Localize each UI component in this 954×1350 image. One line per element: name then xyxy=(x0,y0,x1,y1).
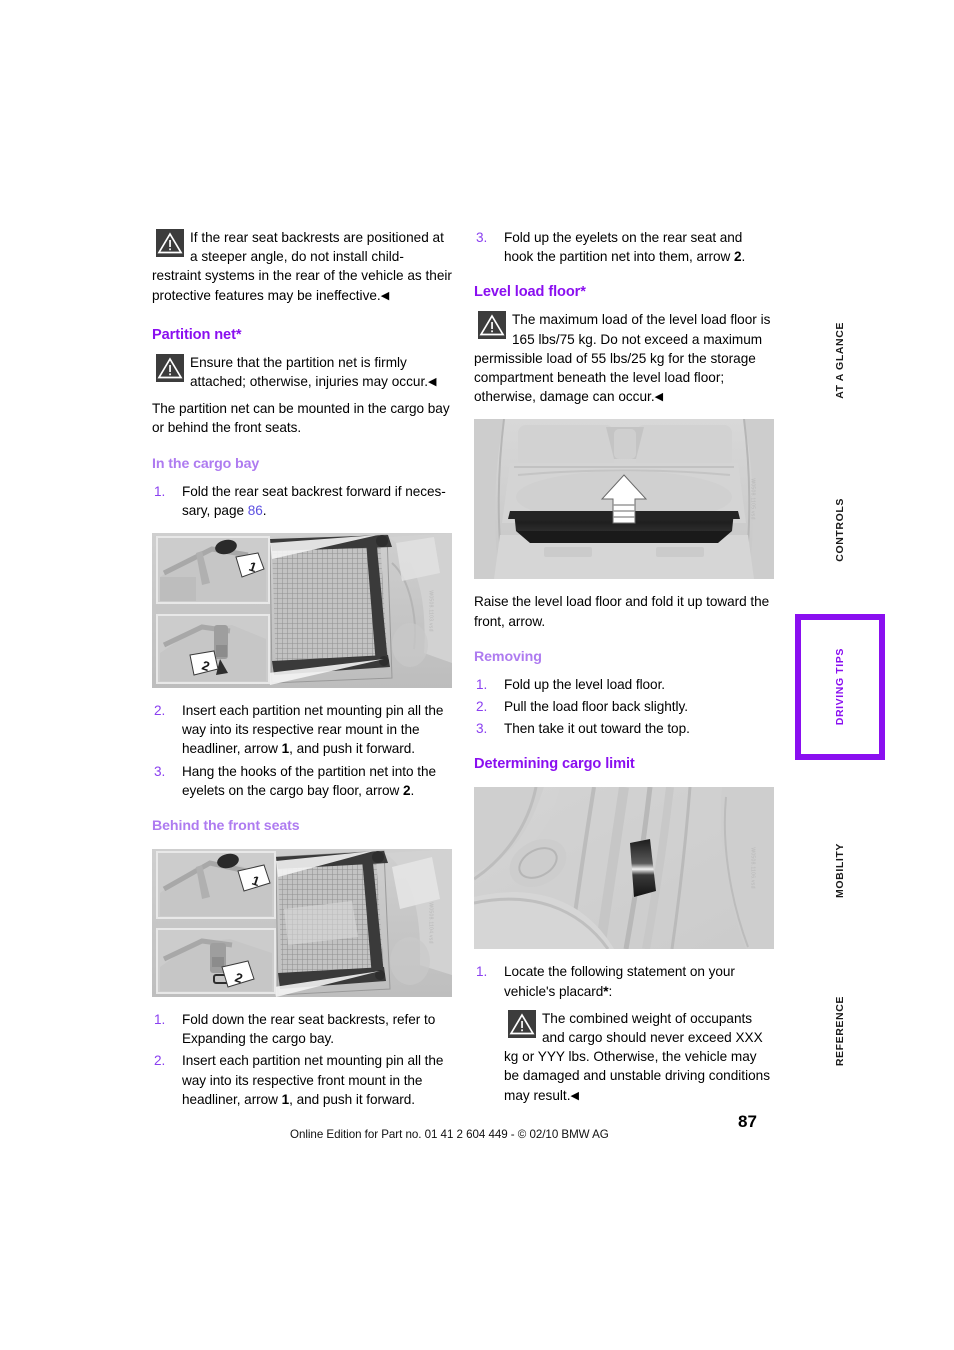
list-item-text: Locate the following statement on your v… xyxy=(504,964,735,998)
heading-determining-cargo-limit: Determining cargo limit xyxy=(474,756,635,773)
list-item: 3. Fold up the eyelets on the rear seat … xyxy=(474,228,774,266)
end-mark: ◀ xyxy=(428,376,437,389)
cargo-limit-step-list: 1. Locate the following statement on you… xyxy=(474,962,774,1000)
nav-tab-at-a-glance[interactable]: AT A GLANCE xyxy=(795,290,885,430)
list-item-text: Fold up the eyelets on the rear seat and… xyxy=(504,230,745,264)
nav-tab-label: AT A GLANCE xyxy=(834,321,846,399)
list-number: 2. xyxy=(154,703,166,719)
figure-credit: W0508.1105.vsd xyxy=(749,478,756,521)
list-item: 2. Pull the load floor back slightly. xyxy=(474,697,774,716)
step-text-b: : xyxy=(608,983,613,999)
figure-credit: W0508.1106.vsd xyxy=(749,847,756,890)
step-text-before: Fold the rear seat backrest forward if n… xyxy=(182,483,446,518)
nav-tab-label: CONTROLS xyxy=(834,498,846,562)
nav-tab-driving-tips[interactable]: DRIVING TIPS xyxy=(795,614,885,760)
heading-partition-net: Partition net* xyxy=(152,326,242,343)
list-item: 1. Locate the following statement on you… xyxy=(474,962,774,1000)
page-content: If the rear seat backrests are positione… xyxy=(152,228,774,1107)
nav-tab-controls[interactable]: CONTROLS xyxy=(795,466,885,594)
page-reference-link[interactable]: 86 xyxy=(248,503,263,518)
nav-tab-label: REFERENCE xyxy=(834,995,846,1067)
step-text-b: , and push it forward. xyxy=(289,1091,416,1107)
list-item: 3. Hang the hooks of the partition net i… xyxy=(152,762,452,800)
nav-tab-label: DRIVING TIPS xyxy=(834,648,846,726)
figure-credit: W0508.1104.vsd xyxy=(427,902,434,944)
list-item-text: Fold up the level load floor. xyxy=(504,676,666,692)
raise-level-load-floor-paragraph: Raise the level load floor and fold it u… xyxy=(474,594,770,629)
cargo-bay-step-list: 1. Fold the rear seat backrest forward i… xyxy=(152,482,452,520)
footer-edition-text: Online Edition for Part no. 01 41 2 604 … xyxy=(290,1128,609,1141)
list-number: 1. xyxy=(154,1012,166,1028)
removing-step-list: 1. Fold up the level load floor. 2. Pull… xyxy=(474,675,774,739)
heading-level-load-floor: Level load floor* xyxy=(474,284,586,301)
list-item: 3. Then take it out toward the top. xyxy=(474,719,774,738)
nav-tab-mobility[interactable]: MOBILITY xyxy=(795,806,885,934)
list-number: 1. xyxy=(476,676,488,692)
warning-triangle-icon xyxy=(156,229,184,257)
nav-tab-reference[interactable]: REFERENCE xyxy=(795,966,885,1096)
cargo-bay-step-list-2: 2. Insert each partition net mounting pi… xyxy=(152,701,452,800)
step-text-after: . xyxy=(262,502,267,518)
end-mark: ◀ xyxy=(570,1089,579,1102)
warning-partition-net: Ensure that the partition net is firmly … xyxy=(152,353,452,391)
figure-level-load-floor: W0508.1105.vsd xyxy=(474,419,774,580)
list-item: 1. Fold up the level load floor. xyxy=(474,675,774,694)
end-mark: ◀ xyxy=(380,289,390,302)
list-item: 2. Insert each partition net mounting pi… xyxy=(152,1051,452,1109)
list-number: 1. xyxy=(476,964,488,980)
warning-combined-weight-text: The combined weight of occupants and car… xyxy=(504,1010,771,1103)
list-item-text: Insert each partition net mounting pin a… xyxy=(182,1053,443,1106)
list-number: 2. xyxy=(154,1053,166,1069)
warning-level-load-floor: The maximum load of the level load floor… xyxy=(474,310,774,406)
warning-child-restraint-text: If the rear seat backrests are positione… xyxy=(152,230,452,303)
list-number: 1. xyxy=(154,483,166,499)
list-number: 3. xyxy=(476,230,488,245)
partition-net-intro: The partition net can be mounted in the … xyxy=(152,401,450,436)
list-item: 1. Fold the rear seat backrest forward i… xyxy=(152,482,452,520)
section-navigation-tabs: AT A GLANCE CONTROLS DRIVING TIPS MOBILI… xyxy=(795,228,895,1108)
figure-partition-net-front-seats: 1 2 W0508.1104.vsd xyxy=(152,849,452,998)
left-column: If the rear seat backrests are positione… xyxy=(152,228,452,1109)
front-seats-step-list: 1. Fold down the rear seat backrests, re… xyxy=(152,1010,452,1109)
step-text-b: . xyxy=(410,782,415,798)
warning-triangle-icon xyxy=(478,311,506,340)
step-text-a: Locate the following statement on your v… xyxy=(504,964,735,999)
warning-triangle-icon xyxy=(508,1009,536,1038)
step-text-a: Fold up the eyelets on the rear seat and… xyxy=(504,230,743,265)
page-number: 87 xyxy=(738,1112,757,1131)
list-item-text: Fold the rear seat backrest forward if n… xyxy=(182,484,446,518)
subheading-removing: Removing xyxy=(474,648,542,665)
list-number: 3. xyxy=(476,721,488,737)
list-item: 2. Insert each partition net mounting pi… xyxy=(152,701,452,759)
step-text-b: . xyxy=(741,249,746,265)
manual-page: If the rear seat backrests are positione… xyxy=(0,0,954,1350)
arrow-number: 2 xyxy=(733,249,742,265)
figure-credit: W0508.1103.vsd xyxy=(427,589,434,632)
step-text-b: , and push it forward. xyxy=(289,741,416,757)
subheading-in-the-cargo-bay: In the cargo bay xyxy=(152,455,260,472)
partition-net-step-3-list: 3. Fold up the eyelets on the rear seat … xyxy=(474,228,774,266)
end-mark: ◀ xyxy=(654,391,664,404)
warning-combined-weight: The combined weight of occupants and car… xyxy=(504,1009,774,1105)
warning-triangle-icon xyxy=(156,353,184,382)
list-item-text: Insert each partition net mounting pin a… xyxy=(182,703,443,756)
warning-partition-net-text: Ensure that the partition net is firmly … xyxy=(190,354,429,390)
nav-tab-label: MOBILITY xyxy=(834,842,846,898)
list-item-text: Fold down the rear seat backrests, refer… xyxy=(182,1012,436,1047)
warning-level-load-floor-text: The maximum load of the level load floor… xyxy=(474,312,771,405)
arrow-number: 2 xyxy=(403,782,411,798)
list-number: 3. xyxy=(154,763,166,779)
warning-child-restraint: If the rear seat backrests are positione… xyxy=(152,228,452,305)
subheading-behind-the-front-seats: Behind the front seats xyxy=(152,818,300,835)
list-item-text: Hang the hooks of the partition net into… xyxy=(182,764,436,798)
list-item-text: Then take it out toward the top. xyxy=(504,721,690,737)
list-item: 1. Fold down the rear seat backrests, re… xyxy=(152,1010,452,1048)
step-text-a: Hang the hooks of the partition net into… xyxy=(182,763,436,798)
figure-vehicle-placard: W0508.1106.vsd xyxy=(474,787,774,950)
list-item-text: Pull the load floor back slightly. xyxy=(504,699,688,715)
list-number: 2. xyxy=(476,699,488,715)
right-column: 3. Fold up the eyelets on the rear seat … xyxy=(474,228,774,1105)
figure-partition-net-cargo-bay: 1 2 W0508.1103.vsd xyxy=(152,533,452,689)
